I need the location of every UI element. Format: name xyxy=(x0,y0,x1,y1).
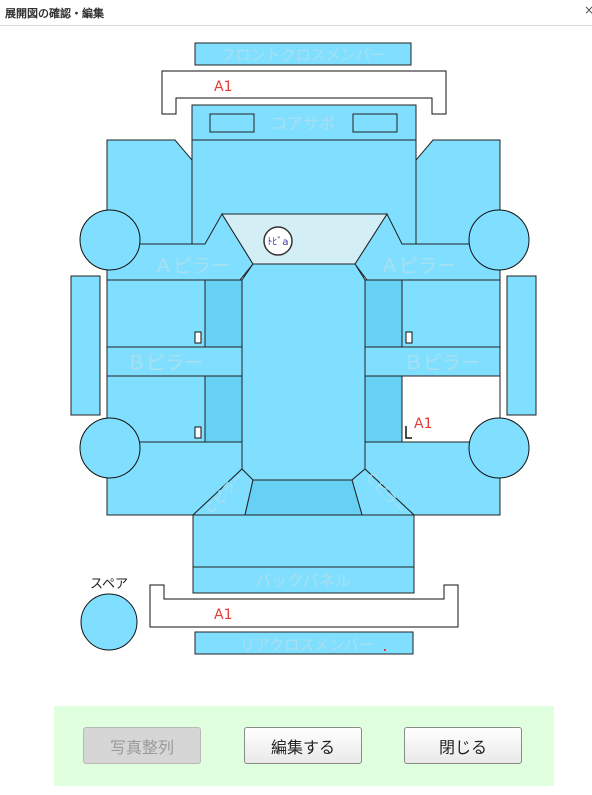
back-panel-label: バックパネル xyxy=(255,571,350,590)
roof[interactable] xyxy=(241,263,366,481)
front-cross-member-label: フロントクロスメンバー xyxy=(220,46,385,64)
trunk-lid[interactable] xyxy=(192,514,415,568)
close-button[interactable]: 閉じる xyxy=(404,727,522,764)
left-rear-door-handle xyxy=(194,426,202,439)
right-side-skirt[interactable] xyxy=(506,275,537,416)
close-icon[interactable]: × xyxy=(584,3,592,17)
right-rear-door-mark: A1 xyxy=(414,416,432,432)
left-b-pillar-label: Ｂピラー xyxy=(127,352,203,374)
right-a-pillar-label: Ａピラー xyxy=(380,255,456,277)
right-b-pillar-label: Ｂピラー xyxy=(404,352,480,374)
rear-window[interactable] xyxy=(244,479,363,516)
right-front-wheel[interactable] xyxy=(468,209,530,271)
right-rear-wheel[interactable] xyxy=(468,417,530,479)
vehicle-diagram: フロントクロスメンバー A1 コアサポ Ａピラー Ａピラー ﾄﾋﾞa Ｂピラー … xyxy=(70,42,537,655)
right-front-door-pillar xyxy=(364,279,403,348)
front-bumper-mark: A1 xyxy=(214,79,232,95)
right-front-door-handle xyxy=(405,331,413,344)
rear-cross-member-dot xyxy=(384,649,386,651)
title-bar: 展開図の確認・編集 × xyxy=(0,0,592,26)
windshield-badge-text: ﾄﾋﾞa xyxy=(267,236,288,248)
action-bar: 写真整列 編集する 閉じる xyxy=(54,706,554,786)
photo-sort-button: 写真整列 xyxy=(83,727,201,764)
left-rear-wheel[interactable] xyxy=(79,417,141,479)
window-title: 展開図の確認・編集 xyxy=(5,7,104,20)
left-front-wheel[interactable] xyxy=(79,209,141,271)
right-front-door[interactable] xyxy=(401,279,501,348)
rear-bumper-mark: A1 xyxy=(214,607,232,623)
left-side-skirt[interactable] xyxy=(70,275,101,416)
left-rear-door-pillar xyxy=(204,375,243,443)
core-support-label: コアサポ xyxy=(271,114,335,133)
right-rear-door-pillar xyxy=(364,375,403,443)
edit-button[interactable]: 編集する xyxy=(244,727,362,764)
spare-label: スペア xyxy=(90,577,128,592)
left-front-door-handle xyxy=(194,331,202,344)
spare-wheel[interactable] xyxy=(80,593,138,651)
rear-cross-member-label: リアクロスメンバー xyxy=(240,636,374,654)
left-front-door[interactable] xyxy=(106,279,206,348)
left-a-pillar-label: Ａピラー xyxy=(154,255,230,277)
left-front-door-pillar xyxy=(204,279,243,348)
